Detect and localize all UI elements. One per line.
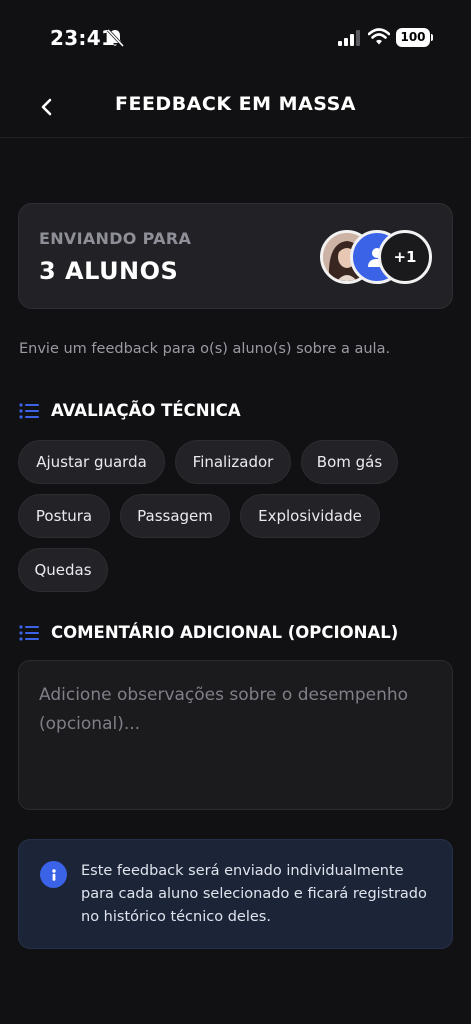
comment-box bbox=[18, 660, 453, 810]
page-title: FEEDBACK EM MASSA bbox=[114, 93, 356, 115]
battery-indicator: 100 bbox=[396, 28, 433, 47]
chip-passagem[interactable]: Passagem bbox=[120, 494, 230, 538]
screen: 23:41 100 FEEDBACK EM MASSA ENVIANDO PAR… bbox=[0, 0, 471, 1024]
recipients-label: ENVIANDO PARA bbox=[39, 229, 192, 248]
list-icon bbox=[19, 402, 39, 419]
nav-bar: FEEDBACK EM MASSA bbox=[0, 76, 471, 138]
chip-postura[interactable]: Postura bbox=[18, 494, 110, 538]
wifi-icon bbox=[368, 28, 390, 45]
intro-text: Envie um feedback para o(s) aluno(s) sob… bbox=[19, 341, 391, 357]
comment-input[interactable] bbox=[39, 681, 432, 789]
section-technical-title: AVALIAÇÃO TÉCNICA bbox=[19, 401, 241, 420]
cellular-signal-icon bbox=[338, 30, 360, 46]
avatar-more-count: +1 bbox=[378, 230, 432, 284]
chip-quedas[interactable]: Quedas bbox=[18, 548, 108, 592]
chip-ajustar-guarda[interactable]: Ajustar guarda bbox=[18, 440, 165, 484]
section-comment-title: COMENTÁRIO ADICIONAL (OPCIONAL) bbox=[19, 623, 398, 642]
status-bar: 23:41 100 bbox=[0, 0, 471, 76]
section-technical-label: AVALIAÇÃO TÉCNICA bbox=[51, 401, 241, 420]
info-card: Este feedback será enviado individualmen… bbox=[18, 839, 453, 949]
info-text: Este feedback será enviado individualmen… bbox=[81, 863, 427, 925]
recipients-card: ENVIANDO PARA 3 ALUNOS +1 bbox=[18, 203, 453, 309]
recipients-count: 3 ALUNOS bbox=[39, 257, 179, 285]
info-icon bbox=[40, 861, 67, 888]
chip-bom-gas[interactable]: Bom gás bbox=[301, 440, 398, 484]
avatar-stack: +1 bbox=[320, 230, 432, 284]
bell-off-icon bbox=[106, 28, 124, 48]
list-icon bbox=[19, 624, 39, 641]
chip-explosividade[interactable]: Explosividade bbox=[240, 494, 380, 538]
chip-finalizador[interactable]: Finalizador bbox=[175, 440, 291, 484]
section-comment-label: COMENTÁRIO ADICIONAL (OPCIONAL) bbox=[51, 623, 399, 642]
